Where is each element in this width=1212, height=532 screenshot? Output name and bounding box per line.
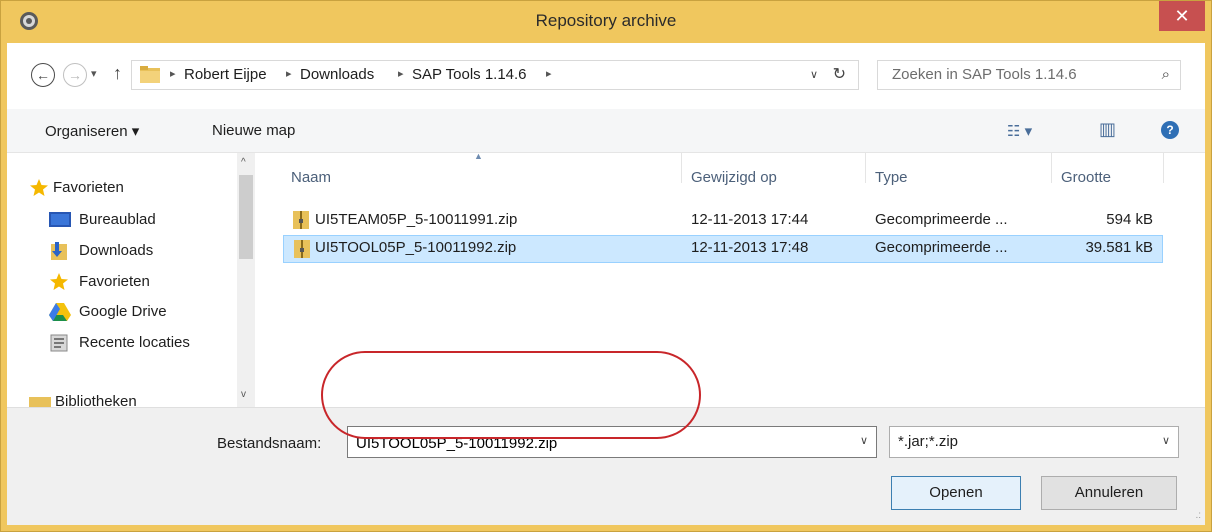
help-icon[interactable]: ? — [1161, 121, 1179, 139]
address-bar[interactable]: ▸ Robert Eijpe ▸ Downloads ▸ SAP Tools 1… — [131, 60, 859, 90]
sidebar-item-bibliotheken[interactable]: Bibliotheken — [55, 393, 137, 407]
view-options-icon[interactable]: ☷ ▾ — [1007, 122, 1032, 140]
organize-button[interactable]: Organiseren ▾ — [45, 122, 139, 140]
sidebar-item-recente-locaties[interactable]: Recente locaties — [79, 334, 190, 351]
sort-ascending-icon: ▲ — [474, 151, 483, 161]
scroll-up-icon[interactable]: ^ — [241, 157, 246, 168]
filename-input[interactable] — [354, 431, 848, 455]
main-area: Favorieten Bureaublad Downloads Favoriet… — [7, 151, 1205, 407]
column-divider[interactable] — [681, 153, 682, 183]
filter-dropdown-icon[interactable]: ∨ — [1162, 434, 1170, 447]
libraries-icon — [29, 393, 51, 407]
resize-grip-icon[interactable]: .: — [1195, 510, 1201, 521]
breadcrumb-item[interactable]: Downloads — [300, 66, 374, 83]
scroll-down-icon[interactable]: v — [241, 389, 246, 400]
navigation-pane: Favorieten Bureaublad Downloads Favoriet… — [7, 153, 257, 407]
search-input[interactable]: Zoeken in SAP Tools 1.14.6 — [892, 66, 1077, 83]
column-header-size[interactable]: Grootte — [1061, 169, 1111, 186]
file-name: UI5TOOL05P_5-10011992.zip — [315, 239, 517, 256]
preview-pane-icon[interactable]: ▥ — [1099, 119, 1116, 140]
zip-folder-icon — [294, 240, 310, 258]
search-icon[interactable]: ⌕ — [1162, 66, 1170, 83]
breadcrumb-item[interactable]: Robert Eijpe — [184, 66, 267, 83]
file-modified: 12-11-2013 17:48 — [691, 239, 809, 256]
file-row-selected[interactable]: UI5TOOL05P_5-10011992.zip 12-11-2013 17:… — [283, 235, 1163, 263]
forward-button[interactable]: → — [63, 63, 87, 87]
dialog-client: ← → ▾ ↑ ▸ Robert Eijpe ▸ Downloads ▸ SAP… — [7, 43, 1205, 525]
navigation-pane-scrollbar[interactable]: ^ v — [237, 153, 255, 407]
command-bar: Organiseren ▾ Nieuwe map ☷ ▾ ▥ ? — [7, 109, 1205, 153]
file-name: UI5TEAM05P_5-10011991.zip — [315, 211, 518, 228]
file-type: Gecomprimeerde ... — [875, 239, 1008, 256]
file-row[interactable]: UI5TEAM05P_5-10011991.zip 12-11-2013 17:… — [283, 207, 1163, 235]
title-bar[interactable]: Repository archive ✕ — [1, 1, 1211, 43]
downloads-icon — [49, 242, 71, 260]
up-button[interactable]: ↑ — [113, 63, 122, 84]
filename-panel: Bestandsnaam: ∨ *.jar;*.zip ∨ Openen Ann… — [7, 407, 1205, 525]
navigation-bar: ← → ▾ ↑ ▸ Robert Eijpe ▸ Downloads ▸ SAP… — [7, 43, 1205, 109]
sidebar-item-downloads[interactable]: Downloads — [79, 242, 153, 259]
recent-places-icon — [49, 334, 71, 352]
breadcrumb-separator: ▸ — [170, 68, 176, 80]
file-size: 594 kB — [1106, 211, 1153, 228]
window-title: Repository archive — [535, 11, 677, 30]
zip-folder-icon — [293, 211, 309, 229]
sidebar-item-favorieten[interactable]: Favorieten — [53, 179, 124, 196]
new-folder-button[interactable]: Nieuwe map — [212, 122, 295, 139]
column-header-name[interactable]: Naam — [291, 169, 331, 186]
column-divider[interactable] — [865, 153, 866, 183]
filename-dropdown-icon[interactable]: ∨ — [860, 434, 868, 447]
refresh-icon[interactable]: ↻ — [833, 64, 846, 84]
sidebar-item-google-drive[interactable]: Google Drive — [79, 303, 167, 320]
star-icon — [49, 273, 71, 291]
cancel-button[interactable]: Annuleren — [1041, 476, 1177, 510]
sidebar-item-favorieten-2[interactable]: Favorieten — [79, 273, 150, 290]
filename-combobox[interactable]: ∨ — [347, 426, 877, 458]
address-dropdown-icon[interactable]: ∨ — [810, 68, 818, 81]
desktop-icon — [49, 211, 71, 229]
star-icon — [29, 179, 51, 197]
close-button[interactable]: ✕ — [1159, 1, 1205, 31]
folder-icon — [140, 66, 160, 83]
file-list: Naam ▲ Gewijzigd op Type Grootte UI5TEAM… — [269, 151, 1205, 407]
open-button[interactable]: Openen — [891, 476, 1021, 510]
sidebar-item-bureaublad[interactable]: Bureaublad — [79, 211, 156, 228]
breadcrumb-item[interactable]: SAP Tools 1.14.6 — [412, 66, 527, 83]
file-size: 39.581 kB — [1085, 239, 1153, 256]
recent-locations-button[interactable]: ▾ — [91, 67, 97, 80]
breadcrumb-separator: ▸ — [286, 68, 292, 80]
breadcrumb-separator[interactable]: ▸ — [546, 67, 552, 80]
file-modified: 12-11-2013 17:44 — [691, 211, 809, 228]
file-type-filter[interactable]: *.jar;*.zip ∨ — [889, 426, 1179, 458]
column-header-type[interactable]: Type — [875, 169, 908, 186]
search-box[interactable]: Zoeken in SAP Tools 1.14.6 ⌕ — [877, 60, 1181, 90]
column-header-modified[interactable]: Gewijzigd op — [691, 169, 777, 186]
file-type: Gecomprimeerde ... — [875, 211, 1008, 228]
scrollbar-thumb[interactable] — [239, 175, 253, 259]
breadcrumb-separator: ▸ — [398, 68, 404, 80]
filename-label: Bestandsnaam: — [217, 435, 322, 452]
file-type-filter-value: *.jar;*.zip — [898, 433, 959, 450]
google-drive-icon — [49, 303, 71, 321]
dialog-window: Repository archive ✕ ← → ▾ ↑ ▸ Robert Ei… — [0, 0, 1212, 532]
back-button[interactable]: ← — [31, 63, 55, 87]
column-divider[interactable] — [1051, 153, 1052, 183]
column-divider[interactable] — [1163, 153, 1164, 183]
